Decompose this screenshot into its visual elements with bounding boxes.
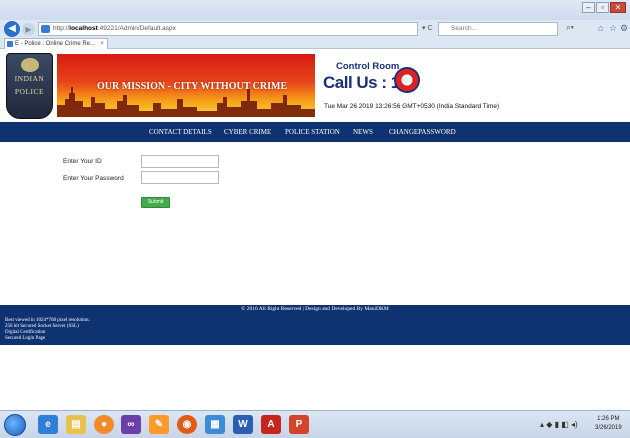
windows-taskbar: e ▤ ● ∞ ✎ ◉ ▦ W A P ▴ ◆ ▮ ◧ ◂) 1:26 PM 3… [0,410,630,438]
browser-titlebar: – ▫ ✕ [0,0,630,20]
taskbar-firefox-icon[interactable]: ◉ [177,415,197,434]
current-datetime: Tue Mar 26 2019 13:26:56 GMT+0530 (India… [324,103,500,110]
arrow-left-icon: ◀ [8,23,16,34]
url-input[interactable]: http://localhost:49221/Admin/Default.asp… [38,22,418,36]
site-header: INDIAN POLICE OUR MISSION - CITY WITHOUT… [0,50,630,122]
police-badge-logo: INDIAN POLICE [6,53,53,119]
password-input[interactable] [141,171,219,184]
taskbar-visual-studio-icon[interactable]: ∞ [121,415,141,434]
tab-title: E - Police : Online Crime Re... [15,41,96,47]
maximize-button[interactable]: ▫ [596,2,609,13]
browser-tab[interactable]: E - Police : Online Crime Re... × [4,38,108,49]
address-bar-row: ◀ ▶ http://localhost:49221/Admin/Default… [0,20,630,38]
footer-line: Secured Login Page [5,336,46,341]
banner-slogan: OUR MISSION - CITY WITHOUT CRIME [97,81,288,92]
url-prefix: http:// [53,25,70,32]
back-button[interactable]: ◀ [4,21,20,37]
nav-cyber-crime[interactable]: CYBER CRIME [224,122,271,142]
arrow-right-icon: ▶ [25,25,32,34]
refresh-dropdown[interactable]: ▾ C [422,24,433,32]
start-button[interactable] [4,414,26,436]
system-clock[interactable]: 1:26 PM 3/26/2019 [595,415,622,433]
taskbar-paint-icon[interactable]: ✎ [149,415,169,434]
nav-news[interactable]: NEWS [353,122,373,142]
home-icon[interactable]: ⌂ [598,23,603,33]
tab-favicon-icon [7,41,13,47]
taskbar-explorer-icon[interactable]: ▤ [66,415,86,434]
user-id-input[interactable] [141,155,219,168]
police-seal-icon [394,67,420,93]
search-input[interactable]: Search... [438,22,558,36]
screen: – ▫ ✕ ◀ ▶ http://localhost:49221/Admin/D… [0,0,630,438]
taskbar-ie-icon[interactable]: e [38,415,58,434]
minimize-button[interactable]: – [582,2,595,13]
nav-change-password[interactable]: CHANGEPASSWORD [389,122,456,142]
forward-button[interactable]: ▶ [22,23,35,36]
tab-close-icon[interactable]: × [100,39,104,49]
search-icon[interactable]: ⌕▾ [566,23,574,33]
site-footer: © 2016 All Right Reserved | Design and D… [0,305,630,345]
taskbar-app-icon[interactable]: ▦ [205,415,225,434]
footer-info: Best viewed in 1024*768 pixel resolution… [5,318,90,342]
control-room-label: Control Room [336,61,400,72]
url-path: :49221/Admin/Default.aspx [97,25,176,32]
emblem-icon [20,58,39,72]
nav-contact-details[interactable]: CONTACT DETAILS [149,122,212,142]
id-label: Enter Your ID [63,158,102,165]
star-icon[interactable]: ☆ [609,23,617,34]
taskbar-powerpoint-icon[interactable]: P [289,415,309,434]
submit-button[interactable]: Submit [141,197,170,208]
copyright-text: © 2016 All Right Reserved | Design and D… [241,306,389,312]
mission-banner: OUR MISSION - CITY WITHOUT CRIME [57,54,315,117]
clock-time: 1:26 PM [597,416,620,422]
taskbar-pdf-icon[interactable]: A [261,415,281,434]
main-nav: CONTACT DETAILS CYBER CRIME POLICE STATI… [0,122,630,142]
badge-text-top: INDIAN [14,74,45,83]
nav-police-station[interactable]: POLICE STATION [285,122,340,142]
close-button[interactable]: ✕ [610,2,626,13]
taskbar-media-icon[interactable]: ● [94,415,114,434]
taskbar-word-icon[interactable]: W [233,415,253,434]
gear-icon[interactable]: ⚙ [620,23,628,34]
system-tray-icons[interactable]: ▴ ◆ ▮ ◧ ◂) [540,420,578,429]
clock-date: 3/26/2019 [595,425,622,431]
tab-bar: E - Police : Online Crime Re... × [0,38,630,49]
page-icon [41,25,50,33]
url-host: localhost [69,25,98,32]
window-controls: – ▫ ✕ [581,2,626,13]
badge-text-bottom: POLICE [14,87,45,96]
password-label: Enter Your Password [63,175,124,182]
